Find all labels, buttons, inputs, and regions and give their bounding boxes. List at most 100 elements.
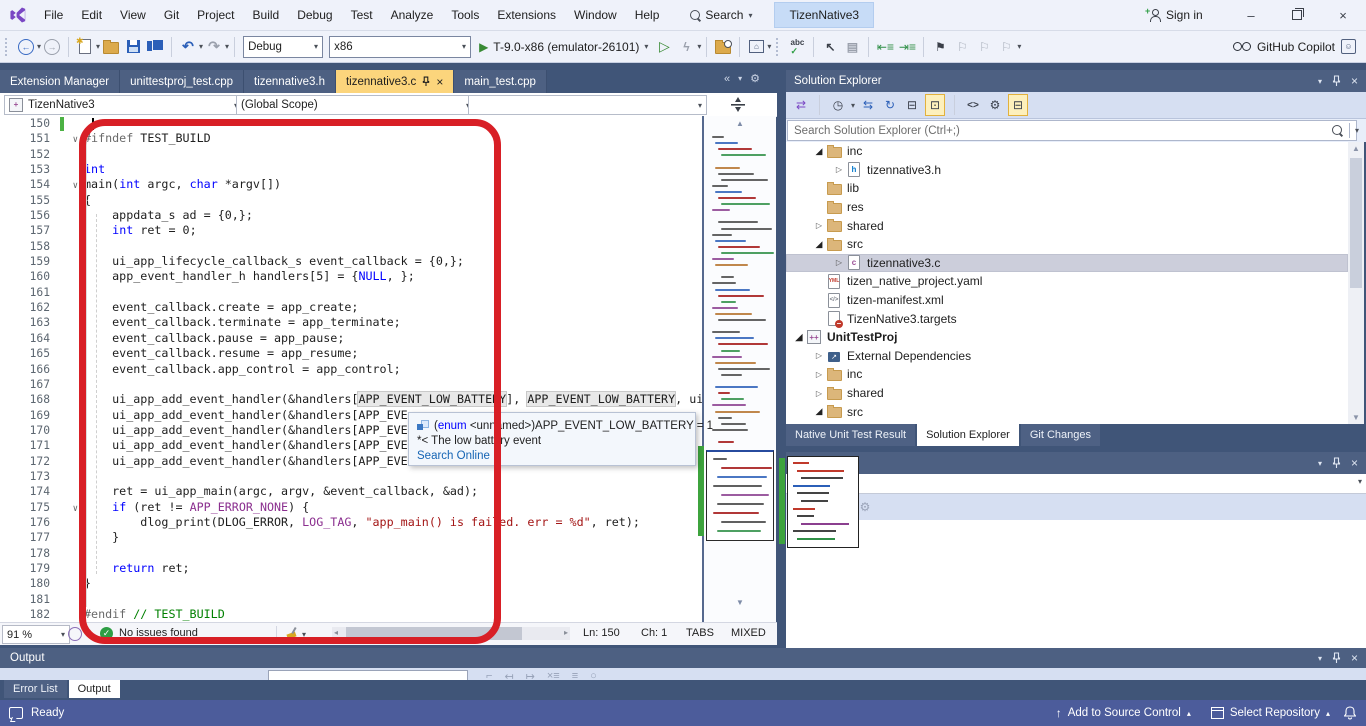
code-cleanup-broom-icon[interactable] bbox=[286, 627, 298, 639]
bookmarks-dropdown-icon[interactable]: ▾ bbox=[1017, 42, 1021, 51]
select-repository-button[interactable]: Select Repository ▴ bbox=[1205, 700, 1336, 726]
increase-indent-button[interactable]: ⇥≡ bbox=[896, 35, 918, 59]
code-line[interactable]: 167 bbox=[0, 377, 702, 392]
properties-object-dropdown[interactable]: ▾ bbox=[786, 474, 1366, 494]
collapsed-arrow-icon[interactable]: ▷ bbox=[832, 165, 846, 174]
code-line[interactable]: 164 event_callback.pause = app_pause; bbox=[0, 331, 702, 346]
tree-item-external-dependencies[interactable]: ▷↗External Dependencies bbox=[786, 347, 1348, 366]
code-line[interactable]: 166 event_callback.app_control = app_con… bbox=[0, 362, 702, 377]
split-window-icon[interactable] bbox=[730, 97, 746, 112]
collapsed-arrow-icon[interactable]: ▷ bbox=[812, 389, 826, 398]
menu-build[interactable]: Build bbox=[244, 0, 289, 30]
format-document-button[interactable]: ▤ bbox=[841, 35, 863, 59]
code-line[interactable]: 159 ui_app_lifecycle_callback_s event_ca… bbox=[0, 254, 702, 269]
document-tab-unittestproj-test-cpp[interactable]: unittestproj_test.cpp bbox=[120, 70, 244, 93]
code-line[interactable]: 162 event_callback.create = app_create; bbox=[0, 300, 702, 315]
code-line[interactable]: 179 return ret; bbox=[0, 561, 702, 576]
message-icon[interactable]: ⌐ bbox=[486, 670, 492, 680]
tab-list-dropdown-icon[interactable]: ▾ bbox=[738, 74, 742, 83]
tree-item-inc[interactable]: ▷inc bbox=[786, 365, 1348, 384]
configuration-dropdown[interactable]: Debug ▾ bbox=[243, 36, 323, 58]
previous-message-icon[interactable]: ↤ bbox=[504, 670, 513, 680]
issues-status-label[interactable]: No issues found bbox=[119, 627, 198, 639]
code-line[interactable]: 155{ bbox=[0, 193, 702, 208]
dock-tab-git-changes[interactable]: Git Changes bbox=[1021, 424, 1100, 446]
document-tab-extension-manager[interactable]: Extension Manager bbox=[0, 70, 120, 93]
code-line[interactable]: 181 bbox=[0, 592, 702, 607]
scroll-down-icon[interactable]: ▼ bbox=[1348, 413, 1364, 422]
code-cleanup-dropdown-icon[interactable]: ▾ bbox=[302, 630, 306, 639]
menu-help[interactable]: Help bbox=[626, 0, 669, 30]
search-solution-explorer-input[interactable] bbox=[787, 120, 1357, 141]
code-line[interactable]: 157 int ret = 0; bbox=[0, 223, 702, 238]
tree-item-src[interactable]: ◢src bbox=[786, 402, 1348, 421]
menu-tools[interactable]: Tools bbox=[442, 0, 488, 30]
solution-name-chip[interactable]: TizenNative3 bbox=[774, 2, 874, 28]
expanded-arrow-icon[interactable]: ◢ bbox=[792, 332, 806, 343]
open-folder-button[interactable] bbox=[100, 35, 122, 59]
next-message-icon[interactable]: ↦ bbox=[526, 670, 535, 680]
code-line[interactable]: 154∨main(int argc, char *argv[]) bbox=[0, 177, 702, 192]
tree-item-shared[interactable]: ▷shared bbox=[786, 384, 1348, 403]
collapsed-arrow-icon[interactable]: ▷ bbox=[812, 221, 826, 230]
window-position-dropdown-icon[interactable]: ▾ bbox=[1318, 654, 1322, 663]
start-without-debugging-button[interactable]: ▷ bbox=[653, 35, 675, 59]
pending-changes-filter-icon[interactable]: ◷ bbox=[829, 95, 847, 115]
tree-item-res[interactable]: res bbox=[786, 198, 1348, 217]
code-line[interactable]: 175∨ if (ret != APP_ERROR_NONE) { bbox=[0, 500, 702, 515]
zoom-dropdown[interactable]: 91 % ▾ bbox=[2, 625, 70, 644]
collapsed-arrow-icon[interactable]: ▷ bbox=[832, 258, 846, 267]
code-line[interactable]: 161 bbox=[0, 285, 702, 300]
scroll-tabs-icon[interactable]: « bbox=[724, 73, 730, 85]
new-item-button[interactable]: ✱ bbox=[74, 35, 96, 59]
code-line[interactable]: 182#endif // TEST_BUILD bbox=[0, 607, 702, 622]
dock-tab-native-unit-test-result[interactable]: Native Unit Test Result bbox=[786, 424, 915, 446]
code-line[interactable]: 180} bbox=[0, 576, 702, 591]
member-dropdown[interactable]: ▾ bbox=[468, 95, 707, 115]
close-icon[interactable]: × bbox=[1351, 456, 1358, 470]
code-line[interactable]: 151∨#ifndef TEST_BUILD bbox=[0, 131, 702, 146]
code-line[interactable]: 178 bbox=[0, 546, 702, 561]
platform-dropdown[interactable]: x86 ▾ bbox=[329, 36, 471, 58]
tree-item-shared[interactable]: ▷shared bbox=[786, 216, 1348, 235]
expanded-arrow-icon[interactable]: ◢ bbox=[812, 406, 826, 417]
toolbar-grip[interactable] bbox=[5, 38, 10, 56]
spell-check-button[interactable]: abc✓ bbox=[786, 35, 808, 59]
notifications-bell-icon[interactable] bbox=[1344, 706, 1356, 720]
minimap-viewport[interactable] bbox=[706, 450, 774, 541]
show-all-files-icon[interactable]: ⊡ bbox=[925, 94, 945, 116]
toggle-wrap-icon[interactable]: ≡ bbox=[572, 670, 578, 680]
code-line[interactable]: 173 bbox=[0, 469, 702, 484]
tree-item-src[interactable]: ◢src bbox=[786, 235, 1348, 254]
pin-icon[interactable] bbox=[1332, 652, 1341, 664]
navigate-forward-button[interactable]: → bbox=[41, 35, 63, 59]
scroll-down-icon[interactable]: ▼ bbox=[704, 598, 776, 607]
view-code-icon[interactable]: <> bbox=[964, 95, 982, 115]
line-ending-indicator[interactable]: MIXED bbox=[731, 627, 766, 639]
preview-selected-items-icon[interactable]: ⊟ bbox=[1008, 94, 1028, 116]
solution-explorer-home-button[interactable]: ⌂ bbox=[745, 35, 767, 59]
horizontal-scrollbar-thumb[interactable] bbox=[346, 627, 522, 640]
previous-bookmark-button[interactable]: ⚐ bbox=[951, 35, 973, 59]
navigate-back-button[interactable]: ← bbox=[15, 35, 37, 59]
switch-views-icon[interactable]: ⇄ bbox=[792, 95, 810, 115]
solution-tree-scrollbar[interactable]: ▲ ▼ bbox=[1348, 142, 1364, 424]
scroll-up-icon[interactable]: ▲ bbox=[704, 119, 776, 128]
select-tool-button[interactable]: ↖ bbox=[819, 35, 841, 59]
menu-analyze[interactable]: Analyze bbox=[382, 0, 443, 30]
tree-item-tizennative3-c[interactable]: ▷ctizennative3.c bbox=[786, 254, 1348, 273]
undo-button[interactable]: ↶ bbox=[177, 35, 199, 59]
unlock-icon[interactable]: ○ bbox=[590, 670, 597, 680]
code-line[interactable]: 150 bbox=[0, 116, 702, 131]
menu-file[interactable]: File bbox=[35, 0, 72, 30]
home-dropdown-icon[interactable]: ▾ bbox=[767, 42, 771, 51]
menu-debug[interactable]: Debug bbox=[288, 0, 341, 30]
minimap-scrollbar[interactable]: ▲ ▼ bbox=[702, 116, 776, 622]
scroll-left-icon[interactable]: ◂ bbox=[334, 628, 338, 637]
restore-button[interactable] bbox=[1274, 0, 1320, 30]
menu-window[interactable]: Window bbox=[565, 0, 626, 30]
filter-dropdown-icon[interactable]: ▾ bbox=[851, 101, 855, 110]
close-button[interactable]: × bbox=[1320, 0, 1366, 30]
menu-edit[interactable]: Edit bbox=[72, 0, 111, 30]
indent-mode-indicator[interactable]: TABS bbox=[686, 627, 714, 639]
